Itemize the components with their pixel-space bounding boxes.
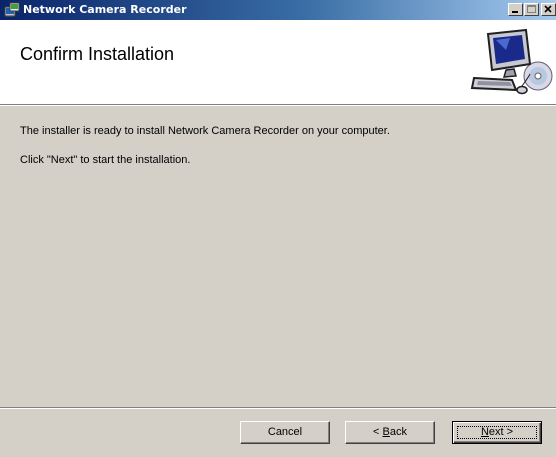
back-button-mnemonic: B bbox=[382, 426, 390, 438]
next-button-label-rest: ext > bbox=[488, 426, 514, 438]
back-button[interactable]: < Back bbox=[345, 421, 435, 444]
back-button-label: < Back bbox=[373, 426, 407, 438]
cancel-button[interactable]: Cancel bbox=[240, 421, 330, 444]
back-button-label-rest: ack bbox=[389, 426, 407, 438]
next-button[interactable]: Next > bbox=[452, 421, 542, 444]
close-button[interactable] bbox=[541, 3, 556, 16]
page-title: Confirm Installation bbox=[20, 44, 175, 64]
computer-disc-icon bbox=[468, 28, 556, 98]
cancel-button-label: Cancel bbox=[267, 426, 303, 438]
header-banner: Confirm Installation bbox=[0, 20, 556, 104]
installer-app-icon bbox=[4, 2, 20, 18]
installer-window: Network Camera Recorder Confirm Installa… bbox=[0, 0, 556, 457]
footer-separator-highlight bbox=[0, 408, 556, 409]
next-button-mnemonic: N bbox=[480, 426, 489, 438]
ready-message: The installer is ready to install Networ… bbox=[20, 125, 390, 137]
next-button-label: Next > bbox=[481, 426, 513, 438]
minimize-button[interactable] bbox=[508, 3, 523, 16]
maximize-button[interactable] bbox=[524, 3, 539, 16]
back-button-arrow: < bbox=[373, 426, 383, 438]
header-separator-highlight bbox=[0, 105, 556, 106]
title-bar[interactable]: Network Camera Recorder bbox=[0, 0, 556, 20]
window-title: Network Camera Recorder bbox=[23, 3, 187, 16]
instruction-message: Click "Next" to start the installation. bbox=[20, 154, 191, 166]
